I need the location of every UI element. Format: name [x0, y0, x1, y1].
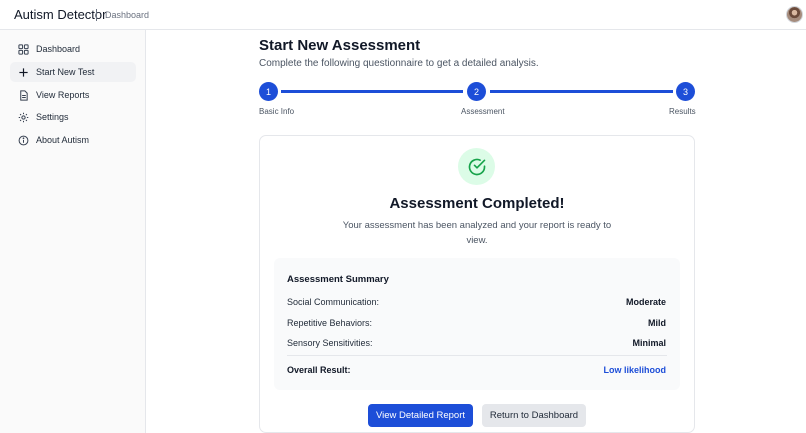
page-subtitle: Complete the following questionnaire to … — [259, 58, 539, 69]
view-detailed-report-button[interactable]: View Detailed Report — [368, 404, 473, 427]
summary-row-value: Mild — [648, 318, 666, 328]
step-2-indicator: 2 — [467, 82, 486, 101]
document-icon — [18, 89, 29, 101]
stepper-connector — [490, 90, 673, 93]
top-header: Autism Detector Dashboard — [0, 0, 806, 30]
summary-row-value: Minimal — [632, 338, 666, 348]
plus-icon — [18, 67, 29, 78]
sidebar-item-settings[interactable]: Settings — [10, 107, 136, 127]
sidebar-item-label: About Autism — [36, 135, 90, 145]
step-1-indicator: 1 — [259, 82, 278, 101]
user-avatar[interactable] — [786, 6, 803, 23]
overall-result-label: Overall Result: — [287, 365, 351, 375]
summary-title: Assessment Summary — [287, 274, 389, 285]
step-1-label: Basic Info — [259, 107, 295, 116]
sidebar-item-label: Dashboard — [36, 44, 81, 54]
sidebar-item-view-reports[interactable]: View Reports — [10, 85, 136, 105]
grid-icon — [18, 43, 29, 55]
sidebar-item-dashboard[interactable]: Dashboard — [10, 39, 136, 59]
completion-message: Your assessment has been analyzed and yo… — [342, 220, 612, 246]
overall-result-value: Low likelihood — [603, 365, 667, 375]
check-circle-icon — [458, 148, 495, 185]
summary-row-label: Social Communication: — [287, 297, 380, 307]
step-2-label: Assessment — [461, 107, 505, 116]
return-to-dashboard-button[interactable]: Return to Dashboard — [482, 404, 586, 427]
sidebar-item-about-autism[interactable]: About Autism — [10, 130, 136, 150]
summary-row-label: Sensory Sensitivities: — [287, 338, 373, 348]
summary-divider — [287, 355, 667, 356]
summary-row-label: Repetitive Behaviors: — [287, 318, 373, 328]
step-3-indicator: 3 — [676, 82, 695, 101]
sidebar-item-label: Start New Test — [36, 67, 95, 77]
gear-icon — [18, 112, 29, 123]
summary-row-value: Moderate — [625, 297, 666, 307]
step-3-label: Results — [669, 107, 696, 116]
completion-title: Assessment Completed! — [389, 195, 565, 212]
app-title: Autism Detector — [14, 7, 107, 22]
stepper-connector — [281, 90, 463, 93]
info-icon — [18, 135, 29, 146]
sidebar-item-label: View Reports — [36, 90, 90, 100]
sidebar-item-start-new-test[interactable]: Start New Test — [10, 62, 136, 82]
sidebar-item-label: Settings — [36, 112, 69, 122]
header-divider — [96, 9, 97, 21]
page-title: Start New Assessment — [259, 37, 421, 54]
breadcrumb[interactable]: Dashboard — [105, 10, 149, 20]
